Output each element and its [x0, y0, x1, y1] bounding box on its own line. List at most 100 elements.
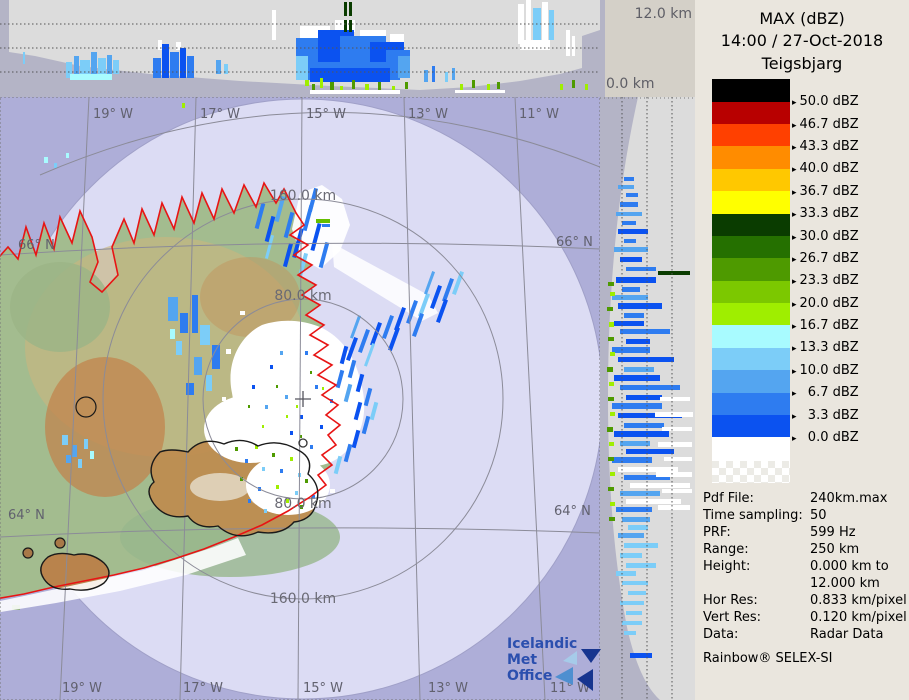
- lon-label-top: 11° W: [519, 107, 559, 122]
- meta-value: 0.120 km/pixel: [810, 609, 909, 626]
- scale-swatch: [712, 102, 790, 124]
- scale-label: ▸16.7 dBZ: [792, 319, 859, 341]
- meta-label: Data:: [703, 626, 810, 643]
- scale-label: ▸46.7 dBZ: [792, 118, 859, 140]
- meta-value: 240km.max: [810, 490, 909, 507]
- lon-label-top: 19° W: [93, 107, 133, 122]
- scale-tick-arrow: ▸: [792, 255, 797, 265]
- scale-swatch: [712, 214, 790, 236]
- range-ring-label: 160.0 km: [270, 591, 336, 607]
- scale-label: ▸ 3.3 dBZ: [792, 409, 859, 431]
- scale-tick-arrow: ▸: [792, 233, 797, 243]
- lon-label-top: 15° W: [306, 107, 346, 122]
- scale-swatch: [712, 348, 790, 370]
- scale-tick-arrow: ▸: [792, 344, 797, 354]
- scale-label: ▸30.0 dBZ: [792, 230, 859, 252]
- scale-swatch: [712, 325, 790, 347]
- meta-label: Pdf File:: [703, 490, 810, 507]
- height-axis-max: 12.0 km: [635, 6, 692, 22]
- scale-label: ▸13.3 dBZ: [792, 341, 859, 363]
- scale-swatch: [712, 191, 790, 213]
- scale-swatch: [712, 258, 790, 280]
- meta-value: 0.000 km to 12.000 km: [810, 558, 909, 592]
- scale-label: ▸ 6.7 dBZ: [792, 386, 859, 408]
- lat-label-right: 66° N: [556, 235, 593, 250]
- lat-label-left: 66° N: [18, 238, 55, 253]
- meta-value: 599 Hz: [810, 524, 909, 541]
- scale-tick-arrow: ▸: [792, 412, 797, 422]
- legend-metadata: Pdf File:240km.maxTime sampling:50PRF:59…: [703, 490, 909, 643]
- meta-value: 50: [810, 507, 909, 524]
- scale-tick-arrow: ▸: [792, 188, 797, 198]
- scale-tick-arrow: ▸: [792, 322, 797, 332]
- lat-label-left: 64° N: [8, 508, 45, 523]
- scale-label: ▸40.0 dBZ: [792, 162, 859, 184]
- scale-tick-arrow: ▸: [792, 210, 797, 220]
- meta-label: Height:: [703, 558, 810, 592]
- meta-value: 0.833 km/pixel: [810, 592, 909, 609]
- top-profile-panel: [0, 0, 600, 97]
- legend-scale: ▸50.0 dBZ▸46.7 dBZ▸43.3 dBZ▸40.0 dBZ▸36.…: [712, 79, 909, 437]
- range-ring-label: 80.0 km: [274, 496, 331, 512]
- height-axis-corner: 12.0 km 0.0 km: [600, 0, 695, 97]
- meta-label: Vert Res:: [703, 609, 810, 626]
- radar-map: 19° W 17° W 15° W 13° W 11° W 19° W 17° …: [0, 97, 600, 700]
- scale-swatch: [712, 415, 790, 437]
- scale-swatch: [712, 124, 790, 146]
- scale-label: ▸50.0 dBZ: [792, 95, 859, 117]
- scale-tick-arrow: ▸: [792, 277, 797, 287]
- lon-label-bottom: 17° W: [183, 681, 223, 696]
- scale-swatch: [712, 393, 790, 415]
- lon-label-bottom: 19° W: [62, 681, 102, 696]
- scale-label: ▸33.3 dBZ: [792, 207, 859, 229]
- scale-tick-arrow: ▸: [792, 389, 797, 399]
- meta-value: 250 km: [810, 541, 909, 558]
- radar-display: 12.0 km 0.0 km: [0, 0, 909, 700]
- scale-label: ▸10.0 dBZ: [792, 364, 859, 386]
- meta-label: Time sampling:: [703, 507, 810, 524]
- lon-label-bottom: 15° W: [303, 681, 343, 696]
- scale-swatch: [712, 79, 790, 101]
- scale-label: ▸26.7 dBZ: [792, 252, 859, 274]
- scale-swatch: [712, 236, 790, 258]
- scale-swatch: [712, 281, 790, 303]
- scale-tick-arrow: ▸: [792, 300, 797, 310]
- scale-entry: ▸50.0 dBZ: [712, 79, 909, 101]
- scale-tick-arrow: ▸: [792, 98, 797, 108]
- lon-label-bottom: 13° W: [428, 681, 468, 696]
- radar-station-name: Teigsbjarg: [695, 53, 909, 75]
- scale-label: ▸ 0.0 dBZ: [792, 431, 859, 453]
- software-brand: Rainbow® SELEX-SI: [703, 651, 909, 666]
- scale-tick-arrow: ▸: [792, 434, 797, 444]
- top-profile-plot: [0, 0, 600, 97]
- right-profile-panel: [600, 97, 695, 700]
- scale-transparent-swatch: [712, 461, 790, 483]
- meta-label: Range:: [703, 541, 810, 558]
- scale-tick-arrow: ▸: [792, 143, 797, 153]
- lon-label-top: 13° W: [408, 107, 448, 122]
- scale-tick-arrow: ▸: [792, 121, 797, 131]
- scale-swatch: [712, 146, 790, 168]
- product-timestamp: 14:00 / 27-Oct-2018: [695, 30, 909, 52]
- scale-label: ▸36.7 dBZ: [792, 185, 859, 207]
- lon-label-top: 17° W: [200, 107, 240, 122]
- legend-panel: MAX (dBZ) 14:00 / 27-Oct-2018 Teigsbjarg…: [695, 0, 909, 700]
- scale-label: ▸43.3 dBZ: [792, 140, 859, 162]
- scale-swatch: [712, 303, 790, 325]
- lat-label-right: 64° N: [554, 504, 591, 519]
- meta-value: Radar Data: [810, 626, 909, 643]
- legend-title: MAX (dBZ) 14:00 / 27-Oct-2018 Teigsbjarg: [695, 8, 909, 75]
- scale-tick-arrow: ▸: [792, 165, 797, 175]
- corner-strip: [600, 0, 605, 97]
- height-axis-min: 0.0 km: [606, 76, 654, 92]
- scale-label: ▸20.0 dBZ: [792, 297, 859, 319]
- range-ring-label: 80.0 km: [274, 288, 331, 304]
- scale-swatch: [712, 370, 790, 392]
- product-name: MAX (dBZ): [695, 8, 909, 30]
- meta-label: Hor Res:: [703, 592, 810, 609]
- right-profile-plot: [600, 97, 695, 700]
- scale-below-zero-swatch: [712, 437, 790, 461]
- imo-logo-icon: [543, 641, 605, 693]
- scale-tick-arrow: ▸: [792, 367, 797, 377]
- scale-swatch: [712, 169, 790, 191]
